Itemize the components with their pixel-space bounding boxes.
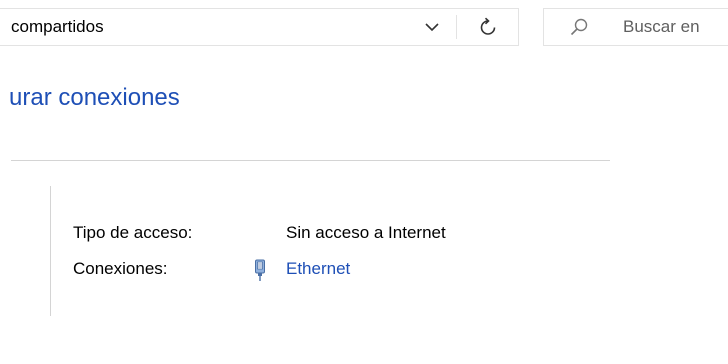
- search-icon: [570, 18, 588, 36]
- search-placeholder[interactable]: Buscar en: [623, 17, 700, 37]
- section-divider: [11, 160, 610, 161]
- connections-label: Conexiones:: [73, 259, 168, 278]
- address-dropdown-button[interactable]: [408, 9, 456, 45]
- access-type-label: Tipo de acceso:: [73, 223, 193, 242]
- address-path[interactable]: compartidos: [11, 17, 104, 37]
- address-separator: [456, 15, 457, 39]
- ethernet-icon: [255, 259, 265, 281]
- chevron-down-icon: [425, 22, 439, 31]
- network-info-panel: Tipo de acceso: Sin acceso a Internet Co…: [50, 186, 610, 316]
- refresh-icon: [480, 17, 496, 35]
- refresh-button[interactable]: [463, 9, 513, 45]
- configure-connections-link[interactable]: urar conexiones: [9, 83, 180, 113]
- panel-left-rule: [50, 186, 51, 316]
- search-box[interactable]: Buscar en: [543, 8, 728, 46]
- access-type-row: Tipo de acceso: Sin acceso a Internet: [50, 221, 610, 245]
- ethernet-connection-link[interactable]: Ethernet: [286, 257, 350, 281]
- access-type-value: Sin acceso a Internet: [286, 223, 446, 242]
- connections-row: Conexiones: Ethernet: [50, 257, 610, 281]
- address-bar[interactable]: compartidos: [0, 8, 519, 46]
